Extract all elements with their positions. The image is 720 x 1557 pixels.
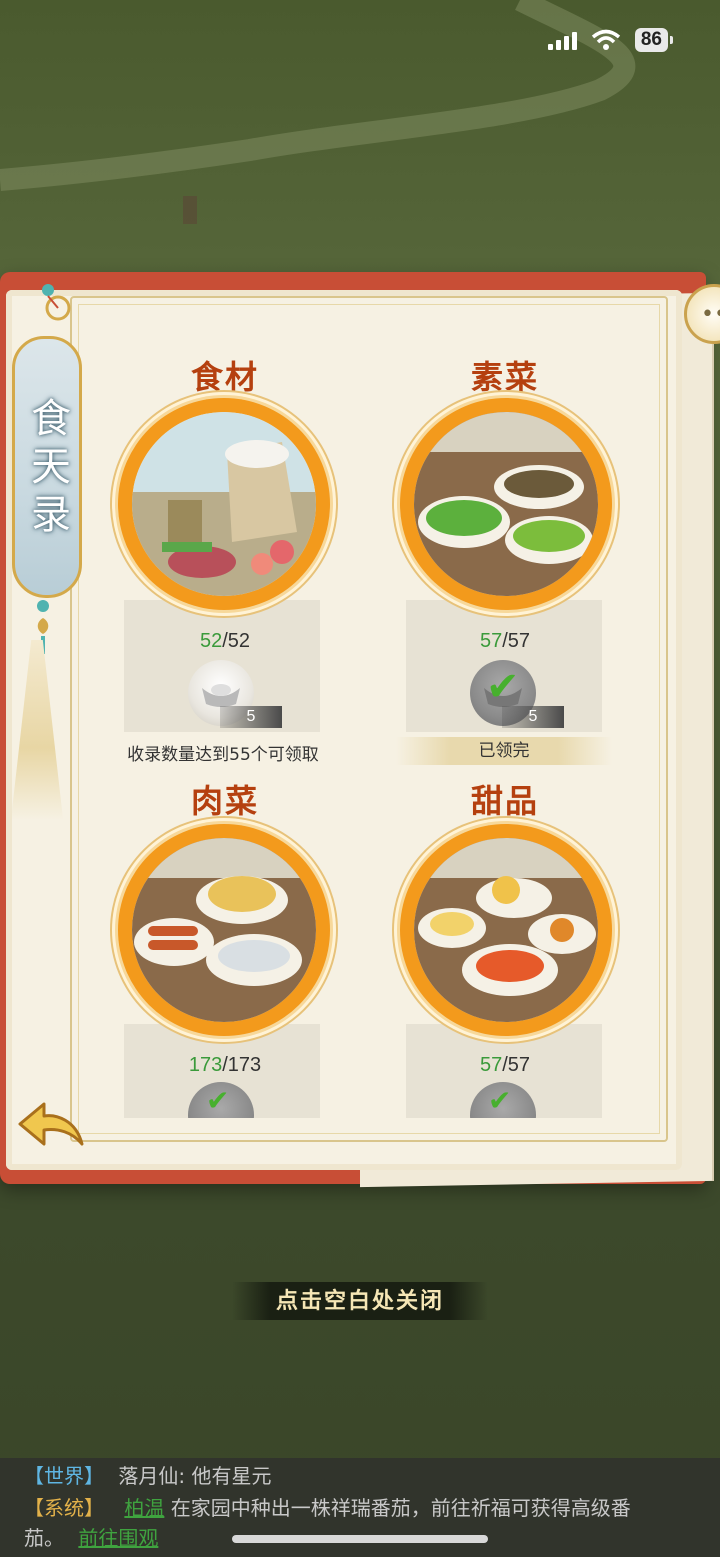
progress-total: /57	[502, 1054, 531, 1076]
checkmark-icon: ✔	[206, 1084, 230, 1117]
chat-message: 在家园中种出一株祥瑞番茄，前往祈福可获得高级番	[170, 1496, 631, 1520]
checkmark-icon: ✔	[488, 1084, 512, 1117]
category-image-frame[interactable]	[118, 398, 330, 610]
category-image-frame[interactable]	[400, 398, 612, 610]
reward-clip: ✔	[468, 1082, 538, 1118]
dessert-image	[414, 838, 598, 1022]
meat-image	[132, 838, 316, 1022]
checkmark-icon: ✔	[486, 664, 520, 710]
category-title: 肉菜	[190, 782, 259, 820]
signal-icon	[547, 30, 577, 50]
progress-total: /57	[502, 630, 531, 652]
chat-line-system: 【系统】 柏温 在家园中种出一株祥瑞番茄，前往祈福可获得高级番	[24, 1492, 631, 1524]
progress-total: /52	[222, 630, 251, 652]
progress-total: /173	[222, 1054, 262, 1076]
chat-channel-tag: 【世界】	[24, 1464, 104, 1488]
claimed-status: 已领完	[396, 737, 612, 765]
wifi-icon	[591, 29, 620, 50]
chat-line-system-cont: 茄。 前往围观	[24, 1522, 158, 1554]
collection-progress: 52/52	[110, 630, 340, 653]
home-indicator[interactable]	[232, 1535, 488, 1543]
progress-current: 52	[199, 630, 223, 652]
claim-requirement: 收录数量达到55个可领取	[127, 745, 319, 765]
book-title: 食天录	[24, 397, 70, 541]
vegetarian-image	[414, 412, 598, 596]
progress-current: 57	[479, 1054, 503, 1076]
close-hint[interactable]: 点击空白处关闭	[232, 1282, 488, 1320]
back-arrow-icon[interactable]	[16, 1098, 86, 1152]
progress-current: 173	[188, 1054, 223, 1076]
bookmark-tab: 食天录	[12, 336, 82, 598]
reward-count: 5	[220, 706, 282, 728]
chat-go-watch-link[interactable]: 前往围观	[78, 1526, 158, 1550]
ingredients-image	[132, 412, 316, 596]
battery-indicator: 86	[634, 28, 674, 52]
chat-line-world: 【世界】 落月仙: 他有星元	[24, 1460, 271, 1492]
chat-username-link[interactable]: 柏温	[124, 1496, 164, 1520]
chat-message: 茄。	[24, 1526, 64, 1550]
category-title: 素菜	[470, 358, 539, 396]
collection-progress: 173/173	[110, 1054, 340, 1077]
reward-clip: ✔	[186, 1082, 256, 1118]
bookmark-knot	[42, 284, 71, 321]
category-image-frame[interactable]	[400, 824, 612, 1036]
collection-progress: 57/57	[390, 630, 620, 653]
progress-current: 57	[479, 630, 503, 652]
reward-count: 5	[502, 706, 564, 728]
collection-progress: 57/57	[390, 1054, 620, 1077]
chat-message: 落月仙: 他有星元	[118, 1464, 272, 1488]
category-title: 食材	[190, 358, 259, 396]
chat-channel-tag: 【系统】	[24, 1496, 104, 1520]
category-image-frame[interactable]	[118, 824, 330, 1036]
category-title: 甜品	[470, 782, 539, 820]
status-bar: 86	[547, 28, 674, 52]
